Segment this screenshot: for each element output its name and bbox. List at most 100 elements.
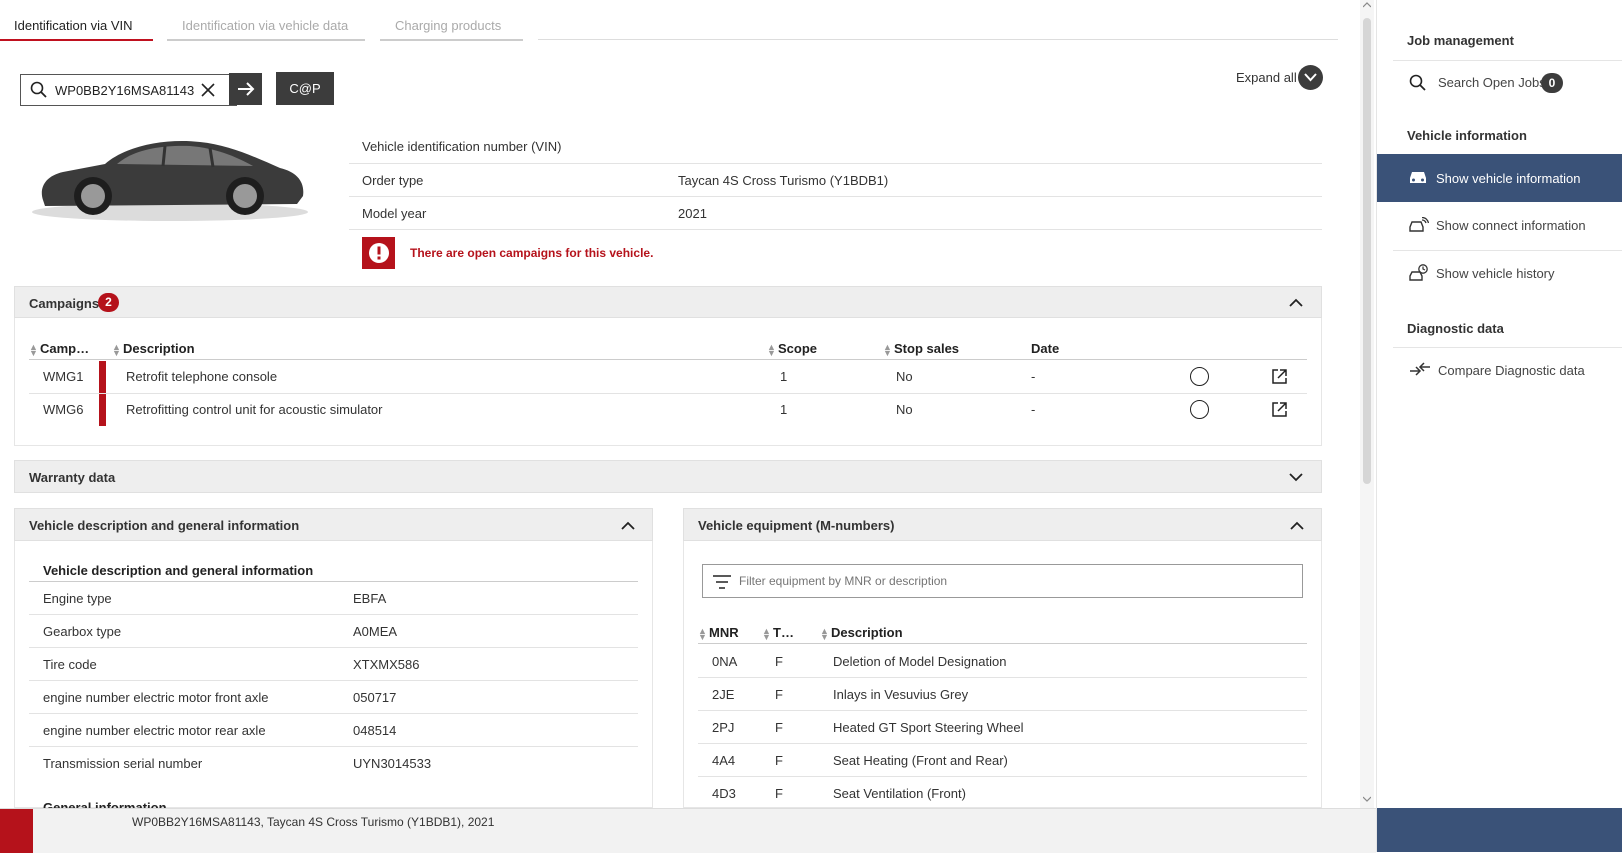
vehicle-description-subtitle: Vehicle description and general informat… [43, 563, 314, 578]
transmission-serial-value: UYN3014533 [353, 756, 432, 771]
campaign-scope: 1 [780, 369, 788, 384]
order-type-value: Taycan 4S Cross Turismo (Y1BDB1) [678, 173, 889, 188]
sidebar-item-compare-diagnostic-data[interactable]: Compare Diagnostic data [1393, 348, 1622, 394]
tire-code-value: XTXMX586 [353, 657, 420, 672]
expand-all-button[interactable] [1298, 65, 1323, 90]
equipment-mnr: 4A4 [712, 753, 736, 768]
equipment-description: Seat Ventilation (Front) [833, 786, 966, 801]
chevron-down-icon [1304, 73, 1317, 82]
right-sidebar: Job management Search Open Jobs 0 Vehicl… [1376, 0, 1622, 852]
equipment-type: F [775, 720, 783, 735]
sidebar-item-label: Show vehicle history [1436, 266, 1555, 281]
col-stop-sales[interactable]: ▲ ▼ Stop sales [883, 341, 959, 357]
vin-search-box [20, 74, 237, 106]
equipment-filter-input[interactable] [739, 573, 1279, 589]
tab-bar-line [538, 39, 1338, 40]
campaign-description: Retrofit telephone console [126, 369, 278, 384]
divider [29, 680, 638, 681]
divider [29, 614, 638, 615]
bottom-bar-accent [0, 809, 33, 853]
divider [349, 163, 1322, 164]
sidebar-item-show-vehicle-information[interactable]: Show vehicle information [1377, 154, 1622, 202]
divider [29, 647, 638, 648]
equipment-description: Inlays in Vesuvius Grey [833, 687, 969, 702]
order-type-label: Order type [362, 173, 424, 188]
search-open-jobs-item[interactable]: Search Open Jobs 0 [1393, 60, 1622, 106]
equipment-mnr: 0NA [712, 654, 738, 669]
search-submit-button[interactable] [229, 73, 262, 105]
main-scrollbar[interactable] [1360, 0, 1374, 808]
equipment-type: F [775, 687, 783, 702]
campaign-date: - [1031, 369, 1036, 384]
chevron-up-icon[interactable] [1289, 298, 1303, 307]
equipment-title: Vehicle equipment (M-numbers) [698, 518, 895, 533]
col-description[interactable]: ▲ ▼ Description [112, 341, 195, 357]
divider [29, 713, 638, 714]
campaign-description: Retrofitting control unit for acoustic s… [126, 402, 383, 417]
campaign-stop-sales: No [896, 402, 913, 417]
divider [698, 743, 1307, 744]
tire-code-label: Tire code [43, 657, 97, 672]
sidebar-item-label: Show connect information [1436, 218, 1586, 233]
car-icon [1410, 172, 1426, 183]
sidebar-item-show-vehicle-history[interactable]: Show vehicle history [1393, 251, 1622, 297]
col-mnr[interactable]: ▲ ▼ MNR [698, 625, 739, 641]
sort-icon: ▲ ▼ [29, 341, 38, 358]
divider [349, 196, 1322, 197]
equipment-mnr: 4D3 [712, 786, 736, 801]
engine-rear-label: engine number electric motor rear axle [43, 723, 266, 738]
open-external-icon[interactable] [1271, 401, 1288, 418]
search-icon [30, 81, 47, 98]
equipment-filter-box [702, 564, 1303, 598]
campaign-alert-text: There are open campaigns for this vehicl… [410, 246, 654, 260]
vin-label: Vehicle identification number (VIN) [362, 139, 562, 154]
sort-icon: ▲ ▼ [762, 625, 771, 642]
col-date[interactable]: Date [1031, 341, 1059, 356]
transmission-serial-label: Transmission serial number [43, 756, 203, 771]
engine-front-label: engine number electric motor front axle [43, 690, 269, 705]
sidebar-item-show-connect-information[interactable]: Show connect information [1393, 203, 1622, 249]
header-divider [698, 643, 1307, 644]
vehicle-description-panel-header[interactable]: Vehicle description and general informat… [14, 508, 653, 541]
compare-arrows-icon [1410, 362, 1430, 376]
open-external-icon[interactable] [1271, 368, 1288, 385]
equipment-panel-header[interactable]: Vehicle equipment (M-numbers) [683, 508, 1322, 541]
engine-type-label: Engine type [43, 591, 112, 606]
chevron-down-icon[interactable] [1289, 473, 1303, 482]
expand-all-label[interactable]: Expand all [1236, 70, 1297, 85]
vin-search-input[interactable] [55, 81, 203, 99]
vehicle-description-title: Vehicle description and general informat… [29, 518, 300, 533]
divider [349, 229, 1322, 230]
col-scope[interactable]: ▲ ▼ Scope [767, 341, 817, 358]
campaign-radio[interactable] [1190, 400, 1209, 419]
equipment-type: F [775, 786, 783, 801]
col-campaign[interactable]: ▲ ▼ Camp… [29, 341, 89, 358]
bottom-vehicle-bar: WP0BB2Y16MSA81143, Taycan 4S Cross Turis… [0, 808, 1376, 853]
chevron-up-icon[interactable] [621, 521, 635, 530]
campaign-code: WMG1 [43, 369, 84, 384]
search-open-jobs-label: Search Open Jobs [1438, 75, 1546, 90]
tab-underline [167, 39, 365, 41]
campaigns-panel-header[interactable]: Campaigns 2 [14, 286, 1322, 318]
scroll-up-icon[interactable] [1363, 2, 1371, 8]
campaign-marker [99, 361, 106, 393]
equipment-description: Deletion of Model Designation [833, 654, 1007, 669]
campaign-radio[interactable] [1190, 367, 1209, 386]
chevron-up-icon[interactable] [1290, 521, 1304, 530]
warranty-title: Warranty data [29, 470, 116, 485]
gearbox-type-label: Gearbox type [43, 624, 122, 639]
divider [29, 746, 638, 747]
campaigns-count-badge: 2 [98, 293, 119, 312]
warranty-panel-header[interactable]: Warranty data [14, 460, 1322, 493]
cap-button[interactable]: C@P [276, 72, 334, 105]
scroll-down-icon[interactable] [1363, 796, 1371, 802]
divider [29, 581, 638, 582]
sort-icon: ▲ ▼ [767, 341, 776, 358]
col-type[interactable]: ▲ ▼ T… [762, 625, 794, 642]
col-equipment-description[interactable]: ▲ ▼ Description [820, 625, 903, 641]
vehicle-image [32, 140, 308, 221]
clear-icon[interactable] [201, 83, 215, 97]
gearbox-type-value: A0MEA [353, 624, 398, 639]
tab-underline [380, 39, 523, 41]
scrollbar-thumb[interactable] [1363, 18, 1371, 484]
